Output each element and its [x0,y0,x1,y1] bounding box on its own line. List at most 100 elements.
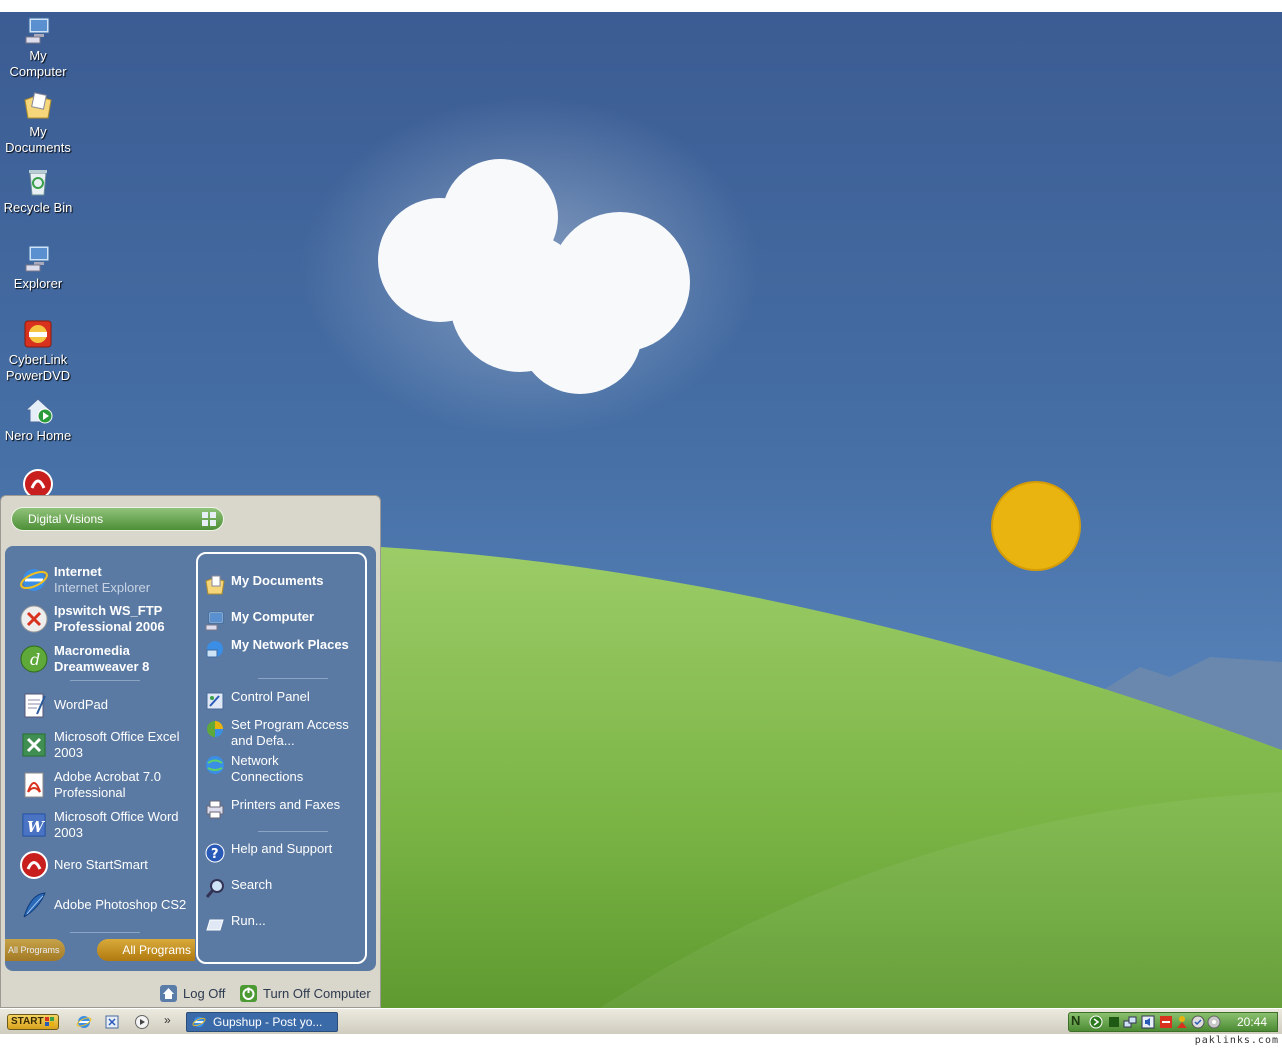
turn-off-button[interactable]: Turn Off Computer [239,984,379,1004]
arrow-icon[interactable] [1089,1015,1103,1029]
desktop-icon-my-computer[interactable]: My Computer [0,14,76,80]
taskbar-window-button[interactable]: Gupshup - Post yo... [186,1012,338,1032]
pinned-item-subtitle: Internet Explorer [54,580,151,595]
start-label: START [11,1016,44,1027]
menu-separator [258,678,328,679]
power-icon [240,985,257,1002]
desktop-icon-recycle-bin[interactable]: Recycle Bin [0,166,76,216]
recycle-bin-icon [29,170,47,196]
windows-flag-icon [202,512,216,526]
pinned-item-internet[interactable]: Internet Internet Explorer [17,562,197,598]
svg-text:W: W [27,818,46,836]
help-icon: ? [205,843,225,863]
display-icon[interactable] [1107,1015,1121,1029]
disk-icon[interactable] [1207,1015,1221,1029]
desktop-icon-nero-home[interactable]: Nero Home [0,394,76,444]
internet-explorer-icon[interactable] [76,1014,92,1030]
network-places-icon [206,641,223,658]
turn-off-label: Turn Off Computer [263,986,371,1001]
media-player-icon[interactable] [134,1014,150,1030]
place-label: My Documents [231,573,324,588]
powerdvd-icon [24,320,52,348]
recent-item-word[interactable]: W Microsoft Office Word 2003 [17,807,197,843]
menu-separator [258,831,328,832]
all-programs-button[interactable]: All Programs [97,939,195,961]
quick-launch-overflow-button[interactable]: » [164,1013,171,1027]
search-icon [205,879,224,898]
places-column: My Documents My Computer My Network Plac… [196,552,367,964]
desktop-icon-label: Recycle Bin [3,200,73,215]
windows-flag-icon [45,1017,54,1026]
photoshop-icon [23,892,46,918]
pinned-item-ws-ftp[interactable]: Ipswitch WS_FTP Professional 2006 [17,601,197,637]
network-connections-icon [206,756,224,774]
run-icon [206,919,224,931]
acrobat-icon [24,772,44,798]
recent-item-wordpad[interactable]: WordPad [17,687,197,723]
place-label: My Network Places [231,637,349,652]
pinned-item-title: Macromedia Dreamweaver 8 [54,643,150,674]
user-name-bar: Digital Visions [11,507,224,531]
start-menu: Digital Visions Internet Internet Explore… [0,495,381,1008]
start-menu-body: Internet Internet Explorer Ipswitch WS_FT… [5,546,376,971]
volume-icon[interactable] [1141,1015,1155,1029]
dreamweaver-icon: d [20,645,48,673]
desktop-icon-label: My Computer [9,48,67,79]
nero-home-icon [24,398,53,424]
programs-column: Internet Internet Explorer Ipswitch WS_FT… [5,546,195,971]
all-programs-button-ghost: All Programs [5,939,65,961]
system-tray: N 20:44 [1068,1012,1278,1032]
pinned-item-dreamweaver[interactable]: d Macromedia Dreamweaver 8 [17,641,197,677]
internet-explorer-icon [20,569,48,591]
ws-ftp-icon [20,605,48,633]
place-label: Help and Support [231,841,333,856]
place-label: Printers and Faxes [231,797,341,812]
my-computer-icon [25,17,50,44]
desktop-icon-label: Explorer [13,276,63,291]
place-label: Run... [231,913,266,928]
desktop-icon-explorer[interactable]: Explorer [0,242,76,292]
recent-item-photoshop[interactable]: Adobe Photoshop CS2 [17,887,197,923]
svg-text:?: ? [211,847,219,862]
internet-explorer-icon [192,1016,206,1028]
shield-icon[interactable] [1191,1015,1205,1029]
place-label: Search [231,877,273,892]
svg-text:d: d [30,650,40,669]
user-name: Digital Visions [28,512,104,526]
desktop-icon-powerdvd[interactable]: CyberLink PowerDVD [0,318,76,384]
clock[interactable]: 20:44 [1237,1013,1267,1031]
recent-item-nero-startsmart[interactable]: Nero StartSmart [17,847,197,883]
pinned-item-title: Internet [54,564,102,579]
recent-item-acrobat[interactable]: Adobe Acrobat 7.0 Professional [17,767,197,803]
menu-separator [70,932,140,933]
antivirus-icon[interactable] [1159,1015,1173,1029]
start-button[interactable]: START [7,1014,59,1030]
place-label: Set Program Access and Defa... [231,717,349,748]
recent-item-title: Nero StartSmart [54,857,148,872]
wordpad-icon [24,693,46,718]
log-off-button[interactable]: Log Off [159,984,229,1004]
watermark-text: paklinks.com [1194,1035,1279,1046]
place-label: Network Connections [231,753,304,784]
printer-icon [206,800,224,819]
outlook-express-icon[interactable] [104,1014,120,1030]
user-icon[interactable] [1175,1015,1189,1029]
desktop-icon-my-documents[interactable]: My Documents [0,90,76,156]
place-label: My Computer [231,609,315,624]
recent-item-title: Microsoft Office Excel 2003 [54,729,180,760]
excel-icon [22,733,46,757]
network-icon[interactable] [1123,1015,1137,1029]
desktop-icon-label: CyberLink PowerDVD [5,352,71,383]
desktop-icon-label: My Documents [5,124,71,155]
recent-item-title: WordPad [54,697,108,712]
recent-item-title: Microsoft Office Word 2003 [54,809,179,840]
my-computer-icon [205,611,224,631]
sun [991,481,1081,571]
recent-item-title: Adobe Acrobat 7.0 Professional [54,769,161,800]
nero-scout-icon[interactable]: N [1071,1013,1085,1028]
nero-icon [20,851,48,879]
control-panel-icon [206,692,224,710]
place-label: Control Panel [231,689,310,704]
recent-item-excel[interactable]: Microsoft Office Excel 2003 [17,727,197,763]
explorer-icon [25,245,50,272]
